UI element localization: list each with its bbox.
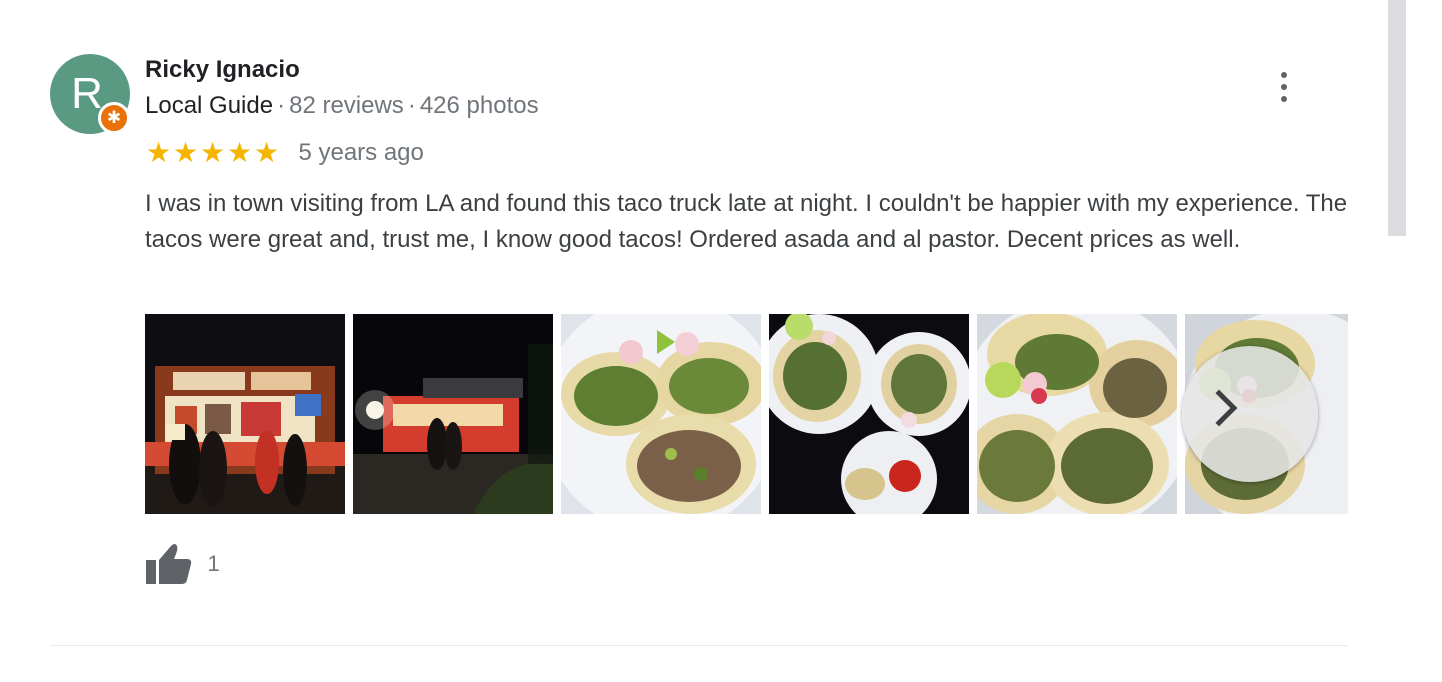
rating-row: ★★★★★ 5 years ago (145, 138, 424, 170)
reviews-count: 82 reviews (289, 92, 404, 119)
local-guide-label: Local Guide (145, 92, 274, 119)
thumbs-up-icon (146, 544, 192, 584)
more-vert-icon (1281, 72, 1287, 78)
author-name[interactable]: Ricky Ignacio (145, 56, 300, 84)
meta-separator: · (407, 92, 416, 119)
carousel-next-button[interactable] (1182, 346, 1318, 482)
review-text: I was in town visiting from LA and found… (145, 190, 1348, 253)
like-count: 1 (207, 551, 220, 576)
star-rating: ★★★★★ (145, 138, 280, 168)
star-icon: ★ (253, 137, 280, 168)
photos-count: 426 photos (419, 92, 539, 119)
star-icon: ★ (226, 137, 253, 168)
local-guide-star-icon: ✱ (98, 102, 130, 134)
chevron-right-icon (1200, 389, 1238, 427)
more-vert-icon (1281, 96, 1287, 102)
star-icon: ★ (145, 137, 172, 168)
review-date: 5 years ago (298, 139, 424, 166)
review-divider (50, 645, 1348, 646)
like-row: 1 (145, 542, 220, 586)
meta-separator: · (277, 92, 286, 119)
scrollbar-thumb[interactable] (1388, 0, 1406, 236)
carousel-next-clip (145, 314, 1348, 514)
more-options-button[interactable] (1272, 70, 1296, 104)
author-meta: Local Guide · 82 reviews · 426 photos (145, 92, 539, 120)
more-vert-icon (1281, 84, 1287, 90)
star-icon: ★ (199, 137, 226, 168)
avatar[interactable]: R ✱ (50, 54, 130, 134)
star-icon: ★ (172, 137, 199, 168)
like-button[interactable] (145, 542, 193, 586)
